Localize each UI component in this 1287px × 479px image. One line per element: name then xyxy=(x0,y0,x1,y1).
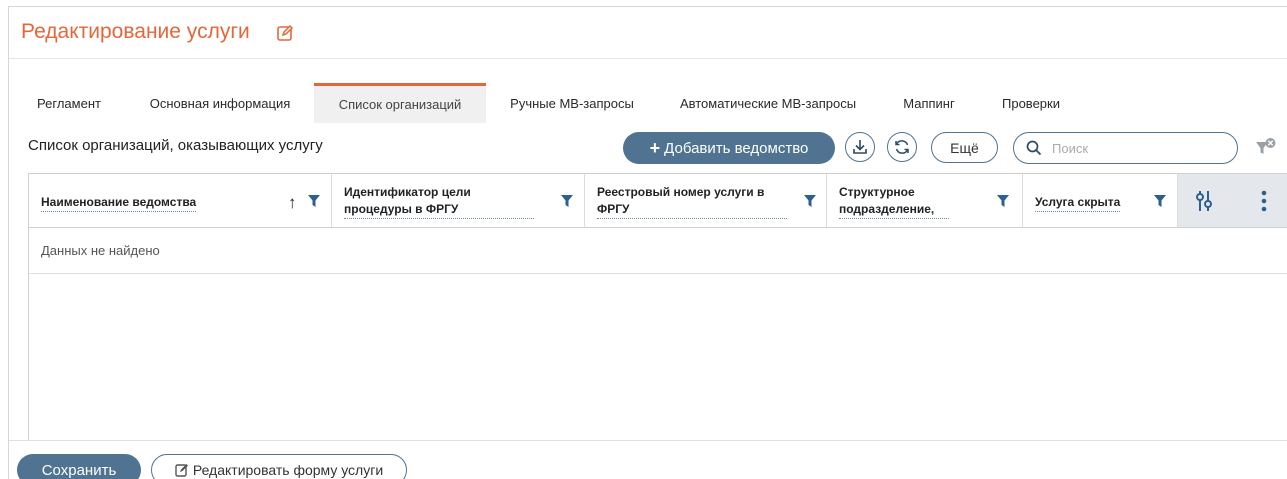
filter-icon[interactable] xyxy=(804,195,816,207)
empty-state-row: Данных не найдено xyxy=(29,228,1287,274)
section-title: Список организаций, оказывающих услугу xyxy=(28,137,323,154)
tab-checks[interactable]: Проверки xyxy=(985,83,1077,123)
column-header-registry-number[interactable]: Реестровый номер услуги в ФРГУ xyxy=(585,174,827,227)
download-icon xyxy=(853,140,867,154)
column-label-hidden: Услуга скрыта xyxy=(1035,194,1121,212)
refresh-button[interactable] xyxy=(887,132,917,162)
column-header-subdivision[interactable]: Структурное подразделение, xyxy=(827,174,1023,227)
filter-icon[interactable] xyxy=(308,195,320,207)
tab-organizations[interactable]: Список организаций xyxy=(314,83,486,123)
tab-mapping[interactable]: Маппинг xyxy=(889,83,969,123)
tab-main-info[interactable]: Основная информация xyxy=(137,83,303,123)
column-settings-area xyxy=(1178,174,1287,227)
column-header-hidden[interactable]: Услуга скрыта xyxy=(1023,174,1178,227)
column-label-registry-number: Реестровый номер услуги в ФРГУ xyxy=(597,184,787,219)
column-label-subdivision: Структурное подразделение, xyxy=(839,184,949,219)
plus-icon: + xyxy=(649,137,661,158)
filter-icon[interactable] xyxy=(561,195,573,207)
more-vertical-icon[interactable] xyxy=(1261,190,1267,212)
service-edit-panel: Редактирование услуги Регламент Основная… xyxy=(8,6,1287,479)
more-button[interactable]: Ещё xyxy=(931,132,998,163)
save-button[interactable]: Сохранить xyxy=(17,454,141,479)
column-label-goal-id: Идентификатор цели процедуры в ФРГУ xyxy=(344,184,534,219)
sort-ascending-icon[interactable]: ↑ xyxy=(288,193,297,213)
search-icon xyxy=(1026,140,1042,156)
add-department-label: Добавить ведомство xyxy=(664,139,809,157)
tab-manual-requests[interactable]: Ручные МВ-запросы xyxy=(497,83,647,123)
edit-service-form-button[interactable]: Редактировать форму услуги xyxy=(151,454,407,479)
filter-clear-icon[interactable] xyxy=(1255,137,1277,159)
edit-title-icon[interactable] xyxy=(276,24,294,42)
title-bar: Редактирование услуги xyxy=(9,7,1287,59)
add-department-button[interactable]: + Добавить ведомство xyxy=(623,132,835,164)
refresh-icon xyxy=(895,140,909,154)
column-header-goal-id[interactable]: Идентификатор цели процедуры в ФРГУ xyxy=(332,174,585,227)
edit-service-form-label: Редактировать форму услуги xyxy=(192,462,384,478)
filter-icon[interactable] xyxy=(1154,195,1166,207)
footer-divider xyxy=(9,440,1287,441)
download-button[interactable] xyxy=(845,132,875,162)
page-title: Редактирование услуги xyxy=(21,20,250,43)
column-header-department[interactable]: Наименование ведомства ↑ xyxy=(29,174,332,227)
tab-auto-requests[interactable]: Автоматические МВ-запросы xyxy=(665,83,871,123)
search-input[interactable] xyxy=(1052,140,1222,156)
column-label-department: Наименование ведомства xyxy=(41,194,197,212)
column-settings-icon[interactable] xyxy=(1195,191,1213,211)
filter-icon[interactable] xyxy=(997,195,1009,207)
search-box[interactable] xyxy=(1013,132,1238,164)
grid-header: Наименование ведомства ↑ Идентификатор ц… xyxy=(29,174,1287,228)
organizations-grid: Наименование ведомства ↑ Идентификатор ц… xyxy=(28,173,1287,441)
tab-bar: Регламент Основная информация Список орг… xyxy=(9,83,1287,123)
edit-icon xyxy=(175,464,188,477)
tab-reglament[interactable]: Регламент xyxy=(23,83,115,123)
